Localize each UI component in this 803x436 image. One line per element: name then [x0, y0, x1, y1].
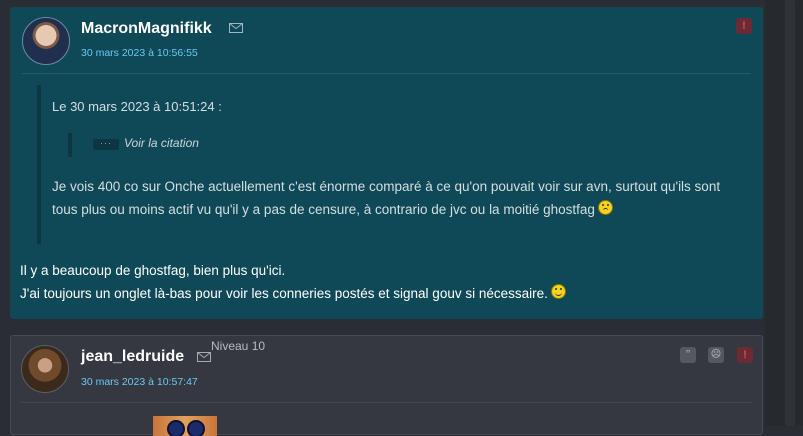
signature-image [153, 416, 217, 436]
post-body: Il y a beaucoup de ghostfag, bien plus q… [20, 259, 750, 305]
divider [21, 402, 752, 403]
divider [22, 73, 751, 74]
scrollbar-track [765, 0, 803, 426]
quote-header: Le 30 mars 2023 à 10:51:24 : [52, 99, 222, 114]
avatar[interactable] [22, 17, 70, 65]
report-button[interactable]: ! [736, 18, 752, 34]
author-username[interactable]: MacronMagnifikk [81, 20, 212, 38]
avatar[interactable] [21, 345, 69, 393]
quote-text-line: tous plus ou moins actif vu qu'il y a pa… [52, 202, 595, 217]
post-date-link[interactable]: 30 mars 2023 à 10:57:47 [81, 376, 198, 388]
quote-text: Je vois 400 co sur Onche actuellement c'… [52, 175, 742, 221]
smile-emoji-icon [550, 284, 566, 299]
author-username[interactable]: jean_ledruide [81, 348, 184, 366]
mail-icon[interactable] [197, 352, 211, 362]
sad-reaction-button[interactable]: ☹ [708, 347, 724, 363]
mail-icon[interactable] [229, 23, 243, 33]
post-date-link[interactable]: 30 mars 2023 à 10:56:55 [81, 47, 198, 59]
expand-quote-button[interactable]: ··· [93, 139, 119, 150]
post-text-line: Il y a beaucoup de ghostfag, bien plus q… [20, 263, 286, 278]
nested-quote: ··· Voir la citation [68, 133, 199, 157]
worried-emoji-icon [597, 200, 613, 215]
report-button[interactable]: ! [737, 347, 753, 363]
user-level: Niveau 10 [211, 339, 266, 353]
post-card: jean_ledruide Niveau 10 30 mars 2023 à 1… [10, 335, 763, 436]
blockquote: Le 30 mars 2023 à 10:51:24 : ··· Voir la… [37, 85, 757, 244]
quote-text-line: Je vois 400 co sur Onche actuellement c'… [52, 179, 721, 194]
post-text-line: J'ai toujours un onglet là-bas pour voir… [20, 286, 548, 301]
quote-button[interactable]: ” [680, 347, 696, 363]
scrollbar-thumb[interactable] [785, 0, 795, 426]
show-quote-link[interactable]: Voir la citation [124, 136, 199, 150]
post-card: MacronMagnifikk 30 mars 2023 à 10:56:55 … [10, 7, 763, 319]
